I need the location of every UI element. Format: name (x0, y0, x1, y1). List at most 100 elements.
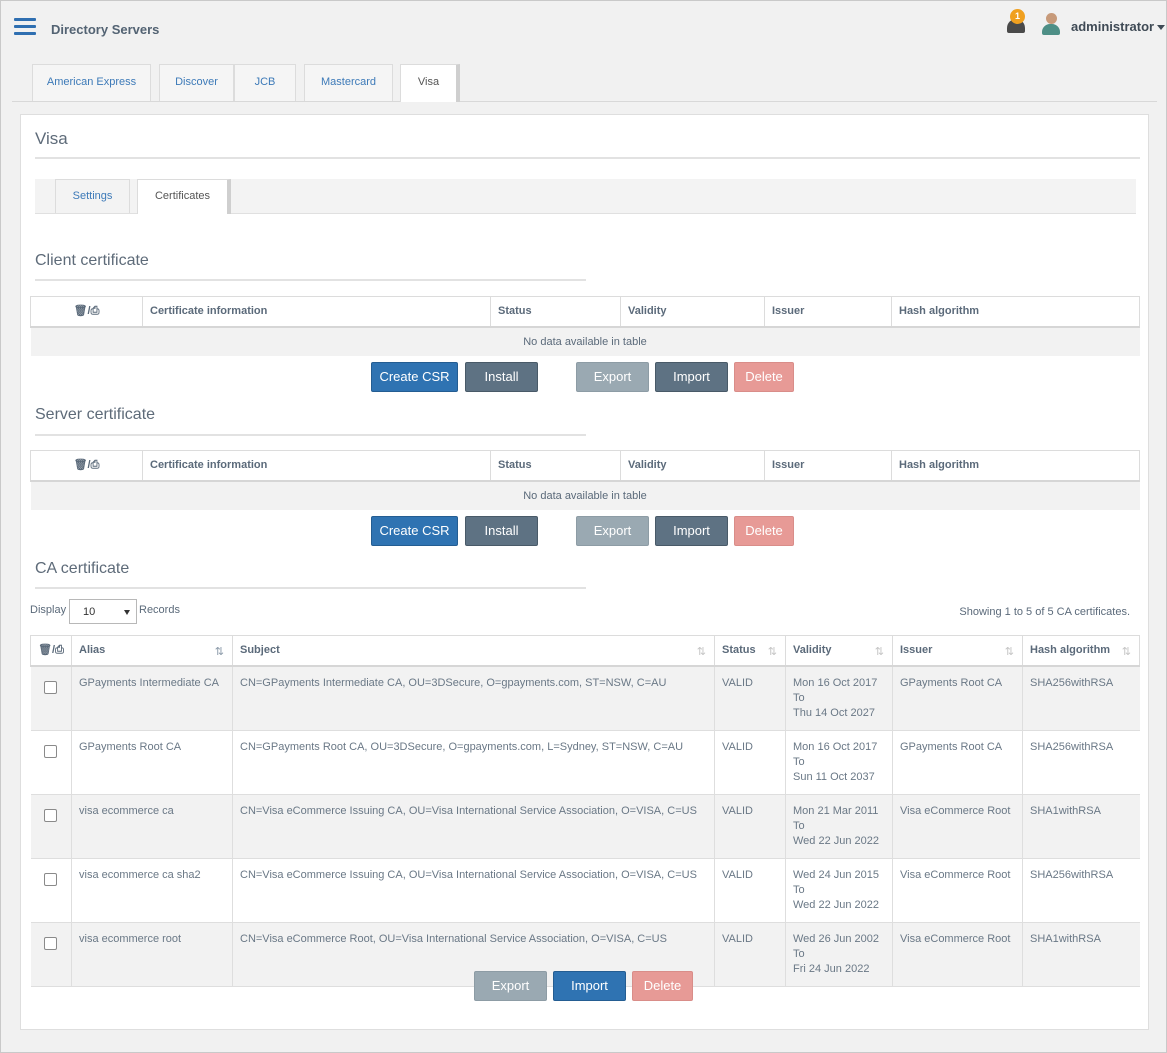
caret-down-icon (1157, 25, 1166, 31)
issuer-cell: Visa eCommerce Root (892, 794, 1023, 859)
issuer-cell: Visa eCommerce Root (892, 858, 1023, 923)
column-header: Hash algorithm (891, 450, 1140, 482)
export-button[interactable]: Export (576, 362, 649, 392)
import-button[interactable]: Import (553, 971, 626, 1001)
column-header: Hash algorithm (891, 296, 1140, 328)
panel-title: Visa (35, 129, 68, 148)
username: administrator (1071, 19, 1155, 34)
column-header-issuer[interactable]: Issuer ⇅ (892, 635, 1023, 667)
row-checkbox[interactable] (44, 808, 58, 822)
sort-icon[interactable]: ⇅ (1122, 645, 1131, 658)
create-csr-button[interactable]: Create CSR (371, 362, 458, 392)
hash-cell: SHA1withRSA (1022, 794, 1140, 859)
sort-icon[interactable]: ⇅ (768, 645, 777, 658)
column-header: Status (490, 450, 621, 482)
install-button[interactable]: Install (465, 362, 538, 392)
row-select-cell (30, 794, 72, 859)
table-row[interactable]: visa ecommerce ca CN=Visa eCommerce Issui… (30, 794, 1140, 859)
sort-alpha-asc-icon[interactable]: ⇅ (215, 645, 224, 658)
column-header: Validity (620, 296, 765, 328)
install-button[interactable]: Install (465, 516, 538, 546)
row-checkbox[interactable] (44, 872, 58, 886)
column-header-hash[interactable]: Hash algorithm ⇅ (1022, 635, 1140, 667)
client-certificate-title: Client certificate (35, 252, 149, 269)
table-info: Showing 1 to 5 of 5 CA certificates. (959, 606, 1130, 618)
subject-cell: CN=Visa eCommerce Issuing CA, OU=Visa In… (232, 858, 715, 923)
table-row[interactable]: GPayments Root CA CN=GPayments Root CA, O… (30, 730, 1140, 795)
import-button[interactable]: Import (655, 516, 728, 546)
column-header-alias[interactable]: Alias ⇅ (71, 635, 233, 667)
row-checkbox[interactable] (44, 936, 58, 950)
notification-badge: 1 (1010, 9, 1025, 24)
export-button[interactable]: Export (474, 971, 547, 1001)
valid-from: Wed 24 Jun 2015 (793, 868, 880, 881)
tab-visa[interactable]: Visa (400, 64, 460, 102)
empty-table-message: No data available in table (30, 480, 1140, 510)
alias-cell: visa ecommerce ca (71, 794, 233, 859)
sort-icon[interactable]: ⇅ (1005, 645, 1014, 658)
create-csr-button[interactable]: Create CSR (371, 516, 458, 546)
valid-to: Sun 11 Oct 2037 (793, 770, 875, 783)
user-menu[interactable]: administrator (1071, 19, 1166, 34)
tab-certificates[interactable]: Certificates (137, 179, 231, 214)
delete-export-icon: 🗑/⎙ (30, 450, 143, 482)
table-row[interactable]: visa ecommerce ca sha2 CN=Visa eCommerce … (30, 858, 1140, 923)
alias-cell: visa ecommerce ca sha2 (71, 858, 233, 923)
hash-cell: SHA256withRSA (1022, 858, 1140, 923)
issuer-cell: GPayments Root CA (892, 730, 1023, 795)
display-label: Display (30, 604, 67, 616)
valid-from: Mon 21 Mar 2011 (793, 804, 879, 817)
hash-cell: SHA256withRSA (1022, 665, 1140, 731)
delete-button[interactable]: Delete (632, 971, 693, 1001)
divider (35, 434, 586, 436)
sort-icon[interactable]: ⇅ (697, 645, 706, 658)
row-checkbox[interactable] (44, 680, 58, 694)
row-select-cell (30, 730, 72, 795)
delete-button[interactable]: Delete (734, 362, 794, 392)
column-header-validity[interactable]: Validity ⇅ (785, 635, 893, 667)
ca-certificate-title: CA certificate (35, 560, 130, 577)
tab-american-express[interactable]: American Express (32, 64, 151, 101)
tab-discover[interactable]: Discover (159, 64, 234, 101)
row-checkbox[interactable] (44, 744, 58, 758)
validity-cell: Mon 16 Oct 2017 To Sun 11 Oct 2037 (785, 730, 893, 795)
sort-icon[interactable]: ⇅ (875, 645, 884, 658)
export-button[interactable]: Export (576, 516, 649, 546)
chevron-down-icon (124, 610, 130, 615)
tab-jcb[interactable]: JCB (234, 64, 296, 101)
row-select-cell (30, 922, 72, 987)
records-label: Records (139, 604, 180, 616)
import-button[interactable]: Import (655, 362, 728, 392)
page-title: Directory Servers (51, 22, 160, 37)
table-row[interactable]: GPayments Intermediate CA CN=GPayments In… (30, 665, 1140, 731)
divider (35, 587, 586, 589)
server-certificate-title: Server certificate (35, 406, 156, 423)
hamburger-icon[interactable] (14, 18, 36, 36)
validity-cell: Mon 21 Mar 2011 To Wed 22 Jun 2022 (785, 794, 893, 859)
tab-settings[interactable]: Settings (55, 179, 130, 213)
row-select-cell (30, 858, 72, 923)
validity-cell: Mon 16 Oct 2017 To Thu 14 Oct 2027 (785, 665, 893, 731)
page-size-select[interactable]: 10 (69, 599, 137, 624)
valid-to: Fri 24 Jun 2022 (793, 962, 870, 975)
row-select-cell (30, 665, 72, 731)
empty-table-message: No data available in table (30, 326, 1140, 356)
user-avatar-icon[interactable] (1041, 12, 1061, 36)
divider (35, 279, 586, 281)
column-label: Issuer (900, 644, 933, 657)
ca-certificate-table: 🗑/⎙ Alias ⇅ Subject ⇅ Status ⇅ Validity ⇅ Is… (30, 635, 1140, 987)
valid-to: Wed 22 Jun 2022 (793, 898, 880, 911)
issuer-cell: GPayments Root CA (892, 665, 1023, 731)
validity-to-label: To (793, 819, 805, 832)
column-header: Certificate information (142, 296, 491, 328)
bell-icon[interactable]: 1 (1004, 9, 1030, 37)
column-header-subject[interactable]: Subject ⇅ (232, 635, 715, 667)
directory-server-tabs: American Express Discover JCB Mastercard… (12, 64, 1157, 102)
delete-button[interactable]: Delete (734, 516, 794, 546)
column-label: Subject (240, 644, 280, 657)
column-label: Validity (793, 644, 832, 657)
column-header-status[interactable]: Status ⇅ (714, 635, 786, 667)
visa-panel: Visa Settings Certificates Client certif… (20, 114, 1149, 1030)
tab-mastercard[interactable]: Mastercard (304, 64, 393, 101)
hash-cell: SHA256withRSA (1022, 730, 1140, 795)
